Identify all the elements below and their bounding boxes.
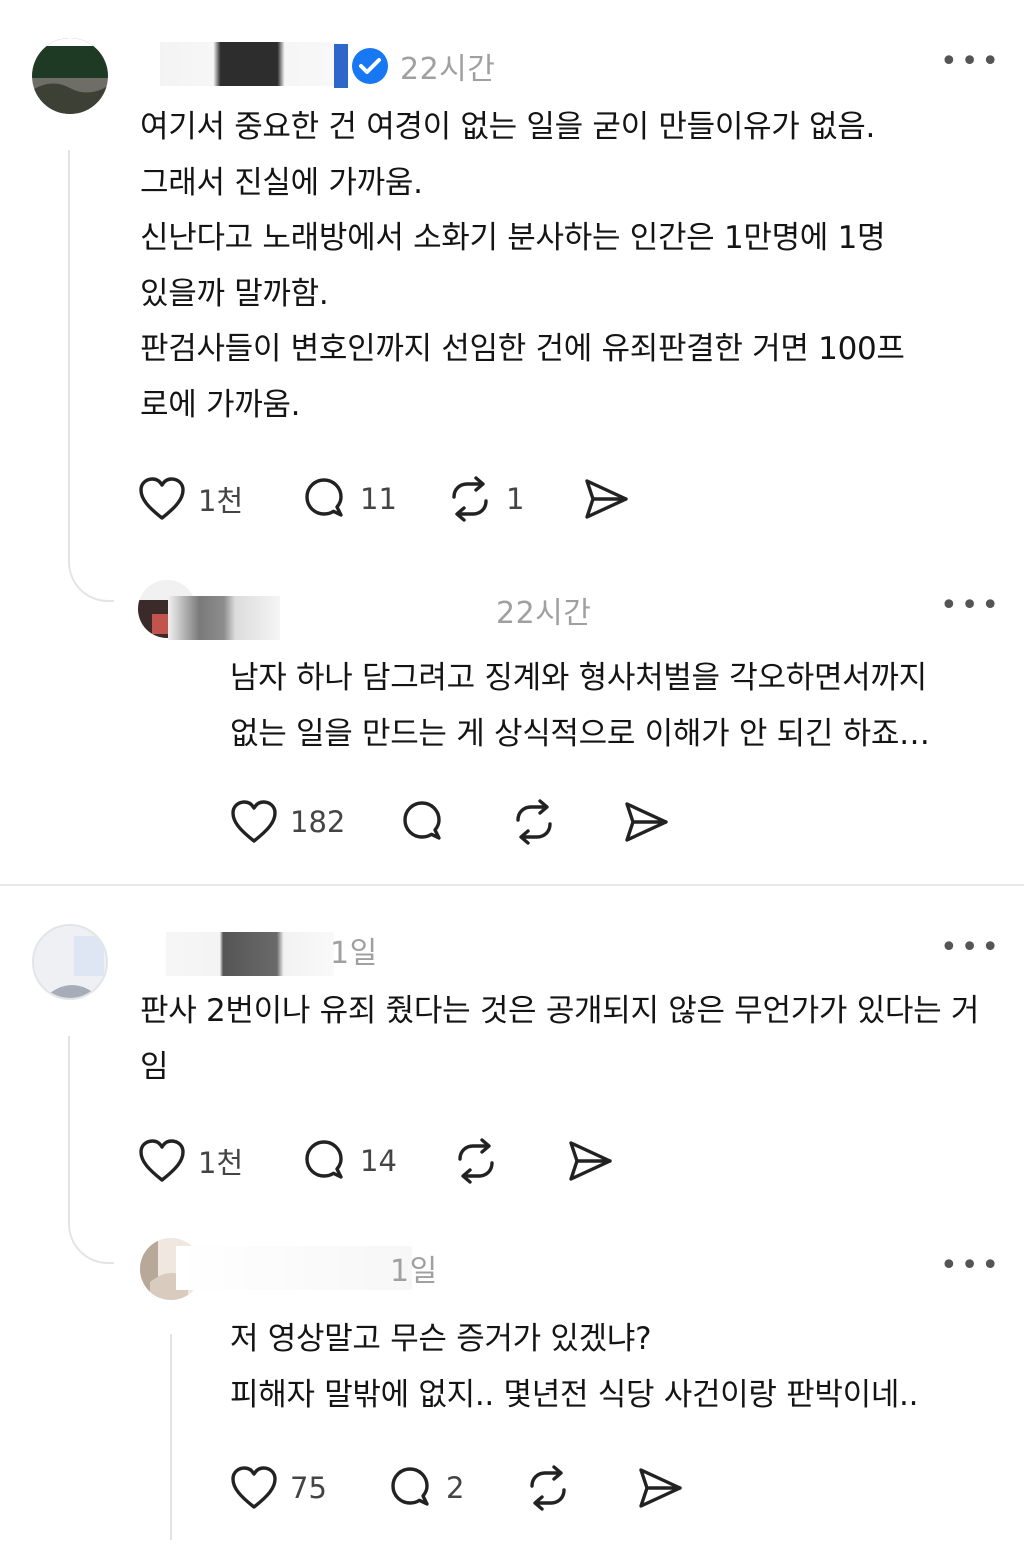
- reply-button[interactable]: [398, 797, 446, 847]
- post-divider: [0, 884, 1024, 886]
- post-time: 22시간: [400, 52, 496, 87]
- share-button[interactable]: [566, 1136, 614, 1186]
- like-count: 182: [290, 805, 346, 839]
- heart-icon: [139, 1139, 185, 1182]
- repost-arrows-icon: [452, 476, 488, 522]
- post-body: 판사 2번이나 유죄 줬다는 것은 공개되지 않은 무언가가 있다는 거임: [140, 993, 980, 1085]
- paper-plane-icon: [585, 479, 628, 519]
- post-time: 1일: [390, 1254, 438, 1289]
- like-count: 75: [290, 1471, 327, 1505]
- paper-plane-icon: [639, 1468, 682, 1508]
- avatar[interactable]: [32, 38, 108, 114]
- thread-connector: [68, 150, 114, 602]
- reply-button[interactable]: 11: [300, 474, 397, 524]
- username-redacted[interactable]: [160, 42, 338, 86]
- avatar-image: [34, 926, 106, 998]
- share-button[interactable]: [636, 1463, 684, 1513]
- avatar[interactable]: [32, 924, 108, 1000]
- repost-arrows-icon: [516, 799, 552, 845]
- share-button[interactable]: [622, 797, 670, 847]
- like-button[interactable]: 1천: [138, 1136, 243, 1186]
- thread-connector: [68, 1036, 114, 1264]
- reply-count: 11: [360, 482, 397, 516]
- username-redacted[interactable]: [176, 1246, 412, 1290]
- more-options-icon[interactable]: •••: [940, 591, 1002, 621]
- reply-button[interactable]: 2: [386, 1463, 464, 1513]
- post-time: 22시간: [496, 596, 592, 631]
- verified-badge-icon: [334, 44, 394, 92]
- heart-icon: [231, 800, 277, 843]
- post-time: 1일: [330, 936, 378, 971]
- more-options-icon[interactable]: •••: [940, 1251, 1002, 1281]
- post-body: 여기서 중요한 건 여경이 없는 일을 굳이 만들이유가 없음. 그래서 진실에…: [140, 109, 905, 423]
- post-body: 저 영상말고 무슨 증거가 있겠냐? 피해자 말밖에 없지.. 몇년전 식당 사…: [230, 1321, 919, 1413]
- action-bar: 1천 11 1: [138, 474, 698, 524]
- speech-bubble-icon: [403, 801, 441, 840]
- speech-bubble-icon: [391, 1467, 429, 1506]
- reply-count: 14: [360, 1144, 397, 1178]
- speech-bubble-icon: [305, 478, 343, 517]
- username-redacted[interactable]: [168, 596, 280, 640]
- heart-icon: [139, 477, 185, 520]
- repost-button[interactable]: [524, 1463, 572, 1513]
- repost-button[interactable]: [510, 797, 558, 847]
- paper-plane-icon: [625, 802, 668, 842]
- like-count: 1천: [198, 484, 244, 518]
- username-redacted[interactable]: [166, 932, 334, 976]
- avatar-image: [32, 38, 108, 114]
- paper-plane-icon: [569, 1141, 612, 1181]
- like-count: 1천: [198, 1146, 244, 1180]
- speech-bubble-icon: [305, 1140, 343, 1179]
- action-bar: 1천 14: [138, 1136, 658, 1186]
- repost-button[interactable]: 1: [446, 474, 524, 524]
- repost-arrows-icon: [458, 1138, 494, 1184]
- action-bar: 182: [230, 797, 690, 847]
- repost-count: 1: [506, 482, 525, 516]
- reply-button[interactable]: 14: [300, 1136, 397, 1186]
- thread-connector: [170, 1334, 172, 1540]
- heart-icon: [231, 1466, 277, 1509]
- like-button[interactable]: 182: [230, 797, 345, 847]
- like-button[interactable]: 1천: [138, 474, 243, 524]
- action-bar: 75 2: [230, 1463, 700, 1513]
- share-button[interactable]: [582, 474, 630, 524]
- reply-count: 2: [446, 1471, 465, 1505]
- repost-button[interactable]: [452, 1136, 500, 1186]
- post-body: 남자 하나 담그려고 징계와 형사처벌을 각오하면서까지 없는 일을 만드는 게…: [230, 660, 930, 752]
- more-options-icon[interactable]: •••: [940, 47, 1002, 77]
- more-options-icon[interactable]: •••: [940, 933, 1002, 963]
- like-button[interactable]: 75: [230, 1463, 327, 1513]
- repost-arrows-icon: [530, 1465, 566, 1511]
